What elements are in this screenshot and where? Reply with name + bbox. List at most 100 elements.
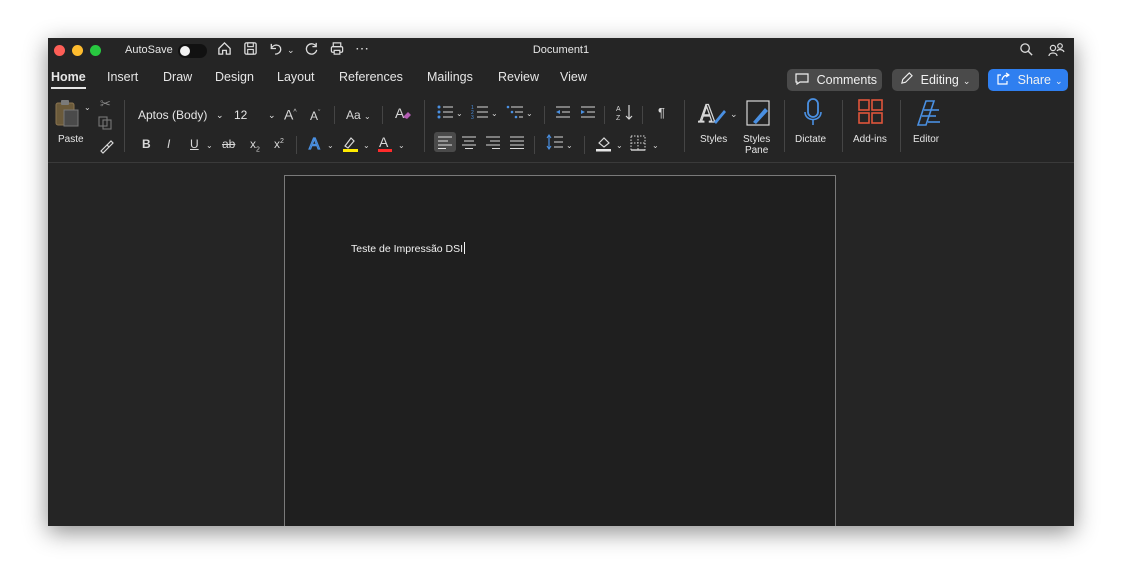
change-case-icon[interactable]: Aa ⌄ [346, 107, 371, 125]
editor-icon[interactable] [914, 98, 942, 132]
text-effects-icon[interactable]: A [308, 134, 324, 156]
dictate-label: Dictate [795, 134, 827, 145]
font-color-dropdown-icon[interactable]: ⌄ [398, 138, 405, 154]
paste-label: Paste [58, 134, 84, 145]
chevron-down-icon: ⌄ [268, 110, 276, 120]
align-center-icon[interactable] [461, 135, 477, 153]
tab-layout[interactable]: Layout [277, 70, 315, 84]
styles-pane-label-line2: Pane [744, 145, 769, 156]
tab-draw[interactable]: Draw [163, 70, 192, 84]
line-spacing-dropdown-icon[interactable]: ⌄ [566, 138, 573, 154]
underline-dropdown-icon[interactable]: ⌄ [206, 138, 213, 154]
styles-dropdown-icon[interactable]: ⌄ [730, 106, 738, 122]
document-body-text[interactable]: Teste de Impressão DSI [351, 242, 466, 255]
increase-indent-icon[interactable] [580, 104, 596, 124]
shading-dropdown-icon[interactable]: ⌄ [616, 138, 623, 154]
shrink-font-icon[interactable]: Aˇ [310, 106, 320, 124]
multilevel-list-icon[interactable] [506, 104, 524, 124]
separator [604, 106, 605, 124]
grow-font-icon[interactable]: A^ [284, 105, 297, 123]
styles-pane-icon[interactable] [745, 98, 773, 132]
font-size-value: 12 [234, 108, 248, 122]
highlight-dropdown-icon[interactable]: ⌄ [363, 138, 370, 154]
chevron-down-icon: ⌄ [1054, 76, 1063, 86]
justify-icon[interactable] [509, 135, 525, 153]
text-cursor [464, 242, 466, 254]
tab-home[interactable]: Home [51, 70, 86, 89]
highlight-icon[interactable] [342, 134, 360, 156]
styles-pane-label-line1: Styles [743, 134, 771, 145]
align-left-icon[interactable] [437, 135, 453, 153]
separator [584, 136, 585, 154]
subscript-icon[interactable]: x2 [250, 136, 260, 158]
collaborate-icon[interactable] [1048, 42, 1065, 61]
separator [296, 136, 297, 154]
superscript-icon[interactable]: x2 [274, 134, 284, 152]
comments-button[interactable]: Comments [787, 69, 882, 91]
separator [534, 136, 535, 154]
styles-gallery-icon[interactable]: A [697, 98, 730, 132]
paste-dropdown-icon[interactable]: ⌄ [84, 100, 91, 116]
font-size-select[interactable]: 12 ⌄ [234, 105, 280, 125]
document-title: Document1 [532, 44, 590, 56]
tab-references[interactable]: References [339, 70, 403, 84]
separator [900, 100, 901, 152]
tab-review[interactable]: Review [498, 70, 539, 84]
ribbon-divider [48, 162, 1074, 163]
borders-icon[interactable] [630, 135, 646, 155]
microphone-icon[interactable] [802, 98, 824, 132]
tab-design[interactable]: Design [215, 70, 254, 84]
multilevel-dropdown-icon[interactable]: ⌄ [526, 106, 533, 122]
share-button[interactable]: Share ⌄ [988, 69, 1068, 91]
styles-label: Styles [700, 134, 728, 145]
paste-icon[interactable] [54, 98, 80, 132]
separator [382, 106, 383, 124]
bullets-dropdown-icon[interactable]: ⌄ [456, 106, 463, 122]
clear-formatting-icon[interactable]: A [394, 104, 412, 126]
decrease-indent-icon[interactable] [555, 104, 571, 124]
strikethrough-icon[interactable]: ab [222, 136, 235, 152]
align-right-icon[interactable] [485, 135, 501, 153]
sort-icon[interactable]: AZ [616, 103, 634, 125]
show-formatting-icon[interactable]: ¶ [658, 105, 665, 121]
comments-label: Comments [816, 73, 878, 87]
copy-icon[interactable] [98, 116, 112, 134]
word-window: AutoSave ⌄ ⋯ Document1 Home Insert Draw [48, 38, 1074, 526]
numbering-icon[interactable]: 123 [471, 104, 489, 124]
numbering-dropdown-icon[interactable]: ⌄ [491, 106, 498, 122]
text-effects-dropdown-icon[interactable]: ⌄ [327, 138, 334, 154]
tab-mailings[interactable]: Mailings [427, 70, 473, 84]
chevron-down-icon: ⌄ [216, 110, 224, 120]
separator [842, 100, 843, 152]
svg-text:A: A [309, 136, 320, 152]
shading-icon[interactable] [595, 134, 613, 156]
line-spacing-icon[interactable] [546, 134, 564, 154]
separator [124, 100, 125, 152]
svg-text:A: A [379, 134, 389, 150]
svg-text:3: 3 [471, 115, 474, 120]
svg-text:A: A [698, 99, 717, 128]
pencil-icon [900, 72, 917, 87]
borders-dropdown-icon[interactable]: ⌄ [652, 138, 659, 154]
bullets-icon[interactable] [436, 104, 454, 124]
font-name-select[interactable]: Aptos (Body) ⌄ [138, 105, 224, 125]
cut-icon[interactable]: ✂ [100, 96, 111, 112]
home-ribbon: ⌄ Paste ✂ Aptos (Body) ⌄ 12 ⌄ A^ Aˇ Aa ⌄… [48, 94, 1074, 162]
tab-insert[interactable]: Insert [107, 70, 138, 84]
format-painter-icon[interactable] [98, 138, 114, 158]
styles-pane-label: Styles Pane [743, 134, 770, 156]
tab-view[interactable]: View [560, 70, 587, 84]
add-ins-icon[interactable] [857, 98, 885, 130]
editing-mode-button[interactable]: Editing ⌄ [892, 69, 979, 91]
underline-icon[interactable]: U [190, 136, 199, 152]
bold-icon[interactable]: B [142, 136, 151, 152]
document-page[interactable]: Teste de Impressão DSI [284, 175, 836, 526]
editing-label: Editing [920, 73, 959, 87]
svg-text:A: A [395, 105, 405, 121]
italic-icon[interactable]: I [167, 136, 170, 152]
comment-icon [795, 72, 813, 87]
separator [784, 100, 785, 152]
search-icon[interactable] [1019, 42, 1034, 60]
font-color-icon[interactable]: A [377, 134, 393, 156]
separator [334, 106, 335, 124]
